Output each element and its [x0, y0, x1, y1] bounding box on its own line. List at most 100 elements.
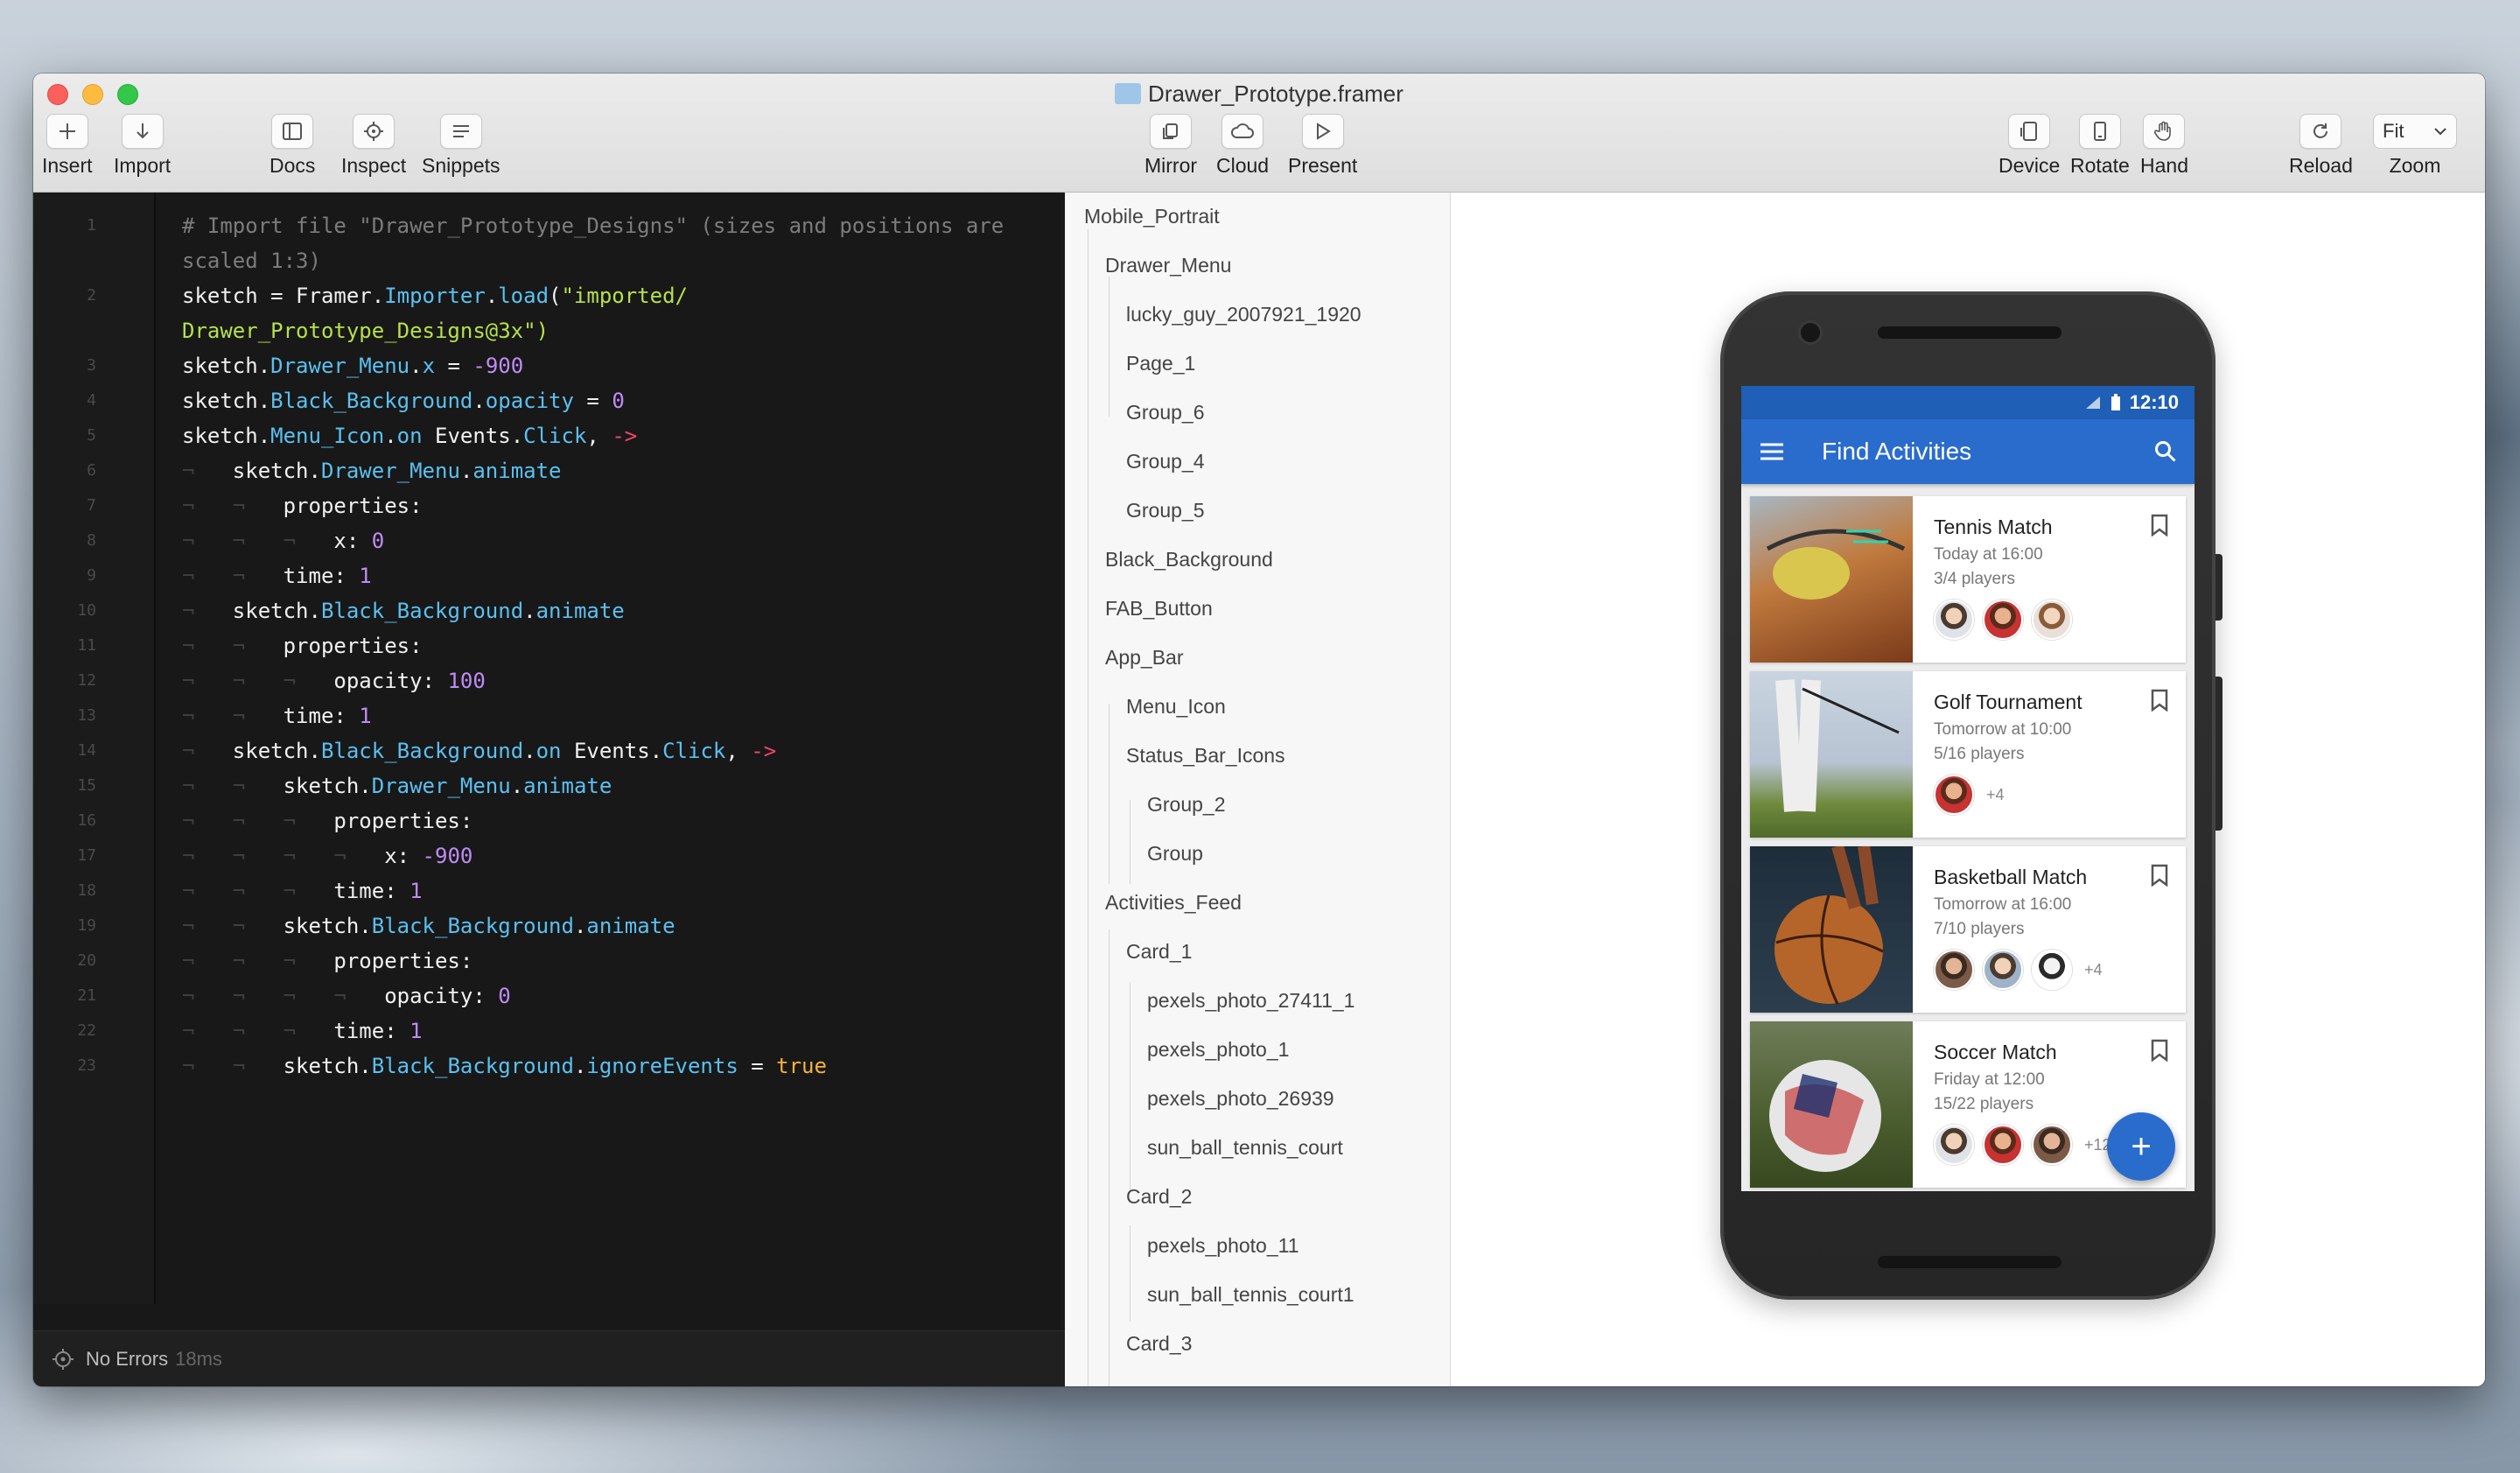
code-line[interactable]: 23 ¬ ¬ sketch.Black_Background.ignoreEven… [33, 1049, 1065, 1084]
line-number: 15 [77, 776, 96, 795]
layer-item[interactable]: Black_Background [1105, 548, 1273, 572]
layer-item[interactable]: Page_1 [1126, 352, 1195, 375]
line-number: 18 [77, 881, 96, 900]
layer-item[interactable]: Group_2 [1147, 793, 1226, 817]
code-lines[interactable]: 1 # Import file "Drawer_Prototype_Designs… [33, 208, 1065, 1084]
code-line[interactable]: 17 ¬ ¬ ¬ ¬ x: -900 [33, 838, 1065, 873]
bookmark-icon[interactable] [2151, 1039, 2168, 1062]
activity-card[interactable]: Basketball Match Tomorrow at 16:00 7/10 … [1750, 845, 2186, 1013]
code-line[interactable]: 12 ¬ ¬ ¬ opacity: 100 [33, 663, 1065, 698]
add-activity-fab[interactable]: + [2107, 1112, 2175, 1181]
insert-label: Insert [42, 154, 93, 177]
snippets-button[interactable]: Snippets [422, 114, 500, 178]
layer-item[interactable]: Group_4 [1126, 450, 1205, 473]
layer-item[interactable]: Card_3 [1126, 1332, 1192, 1356]
line-number: 21 [77, 986, 96, 1005]
layer-item[interactable]: Mobile_Portrait [1084, 205, 1220, 228]
layer-item[interactable]: App_Bar [1105, 646, 1184, 670]
code-line[interactable]: 6 ¬ sketch.Drawer_Menu.animate [33, 453, 1065, 488]
inspect-button[interactable]: Inspect [341, 114, 406, 178]
layer-item[interactable]: Status_Bar_Icons [1126, 744, 1285, 768]
activity-card[interactable]: Golf Tournament Tomorrow at 10:00 5/16 p… [1750, 671, 2186, 838]
layer-item[interactable]: pexels_photo_26939 [1147, 1087, 1334, 1111]
code-line[interactable]: 2 sketch = Framer.Importer.load("imported… [33, 278, 1065, 313]
layer-item[interactable]: Drawer_Menu [1105, 254, 1231, 277]
layer-item[interactable]: Group [1147, 842, 1203, 866]
cloud-label: Cloud [1216, 154, 1270, 177]
avatar [1934, 600, 1974, 640]
battery-icon [2110, 394, 2120, 410]
avatar [2032, 600, 2072, 640]
code-line[interactable]: 13 ¬ ¬ time: 1 [33, 698, 1065, 733]
code-line[interactable]: 1 # Import file "Drawer_Prototype_Designs… [33, 208, 1065, 243]
present-button[interactable]: Present [1288, 114, 1357, 178]
code-line[interactable]: 20 ¬ ¬ ¬ properties: [33, 943, 1065, 978]
code-line[interactable]: 22 ¬ ¬ ¬ time: 1 [33, 1014, 1065, 1049]
code-line[interactable]: 4 sketch.Black_Background.opacity = 0 [33, 383, 1065, 418]
code-line[interactable]: 5 sketch.Menu_Icon.on Events.Click, -> [33, 418, 1065, 453]
code-line[interactable]: scaled 1:3) [33, 243, 1065, 278]
phone-side-button [2216, 554, 2222, 621]
zoom-select[interactable]: Fit [2373, 114, 2457, 149]
code-line[interactable]: 15 ¬ ¬ sketch.Drawer_Menu.animate [33, 768, 1065, 803]
code-line[interactable]: 3 sketch.Drawer_Menu.x = -900 [33, 348, 1065, 383]
code-line[interactable]: 7 ¬ ¬ properties: [33, 488, 1065, 523]
device-preview[interactable]: 12:10 Find Activities Tennis Match Today… [1451, 193, 2485, 1386]
docs-button[interactable]: Docs [270, 114, 315, 178]
mirror-button[interactable]: Mirror [1144, 114, 1197, 178]
card-title: Basketball Match [1934, 866, 2088, 888]
line-number: 5 [87, 426, 96, 445]
bookmark-icon[interactable] [2151, 689, 2168, 712]
activity-card[interactable]: Tennis Match Today at 16:00 3/4 players [1750, 496, 2186, 663]
layer-item[interactable]: sun_ball_tennis_court [1147, 1136, 1343, 1160]
code-line[interactable]: 10 ¬ sketch.Black_Background.animate [33, 593, 1065, 628]
phone-screen[interactable]: 12:10 Find Activities Tennis Match Today… [1741, 386, 2194, 1191]
cloud-button[interactable]: Cloud [1216, 114, 1269, 178]
device-button[interactable]: Device [1998, 114, 2060, 178]
avatar [1983, 1125, 2023, 1165]
layer-item[interactable]: Menu_Icon [1126, 695, 1226, 719]
plus-icon: + [2131, 1126, 2152, 1166]
code-line[interactable]: 8 ¬ ¬ ¬ x: 0 [33, 523, 1065, 558]
code-line[interactable]: 18 ¬ ¬ ¬ time: 1 [33, 873, 1065, 908]
bookmark-icon[interactable] [2151, 864, 2168, 887]
phone-mockup: 12:10 Find Activities Tennis Match Today… [1720, 291, 2222, 1300]
rotate-button[interactable]: Rotate [2070, 114, 2130, 178]
layer-item[interactable]: Card_1 [1126, 940, 1192, 964]
layer-item[interactable]: sun_ball_tennis_court1 [1147, 1283, 1354, 1307]
layers-panel[interactable]: Mobile_Portrait Drawer_Menu lucky_guy_20… [1065, 193, 1451, 1386]
reload-button[interactable]: Reload [2289, 114, 2353, 178]
code-line[interactable]: 9 ¬ ¬ time: 1 [33, 558, 1065, 593]
insert-button[interactable]: Insert [42, 114, 93, 178]
code-editor[interactable]: 1 # Import file "Drawer_Prototype_Designs… [33, 193, 1065, 1386]
layer-item[interactable]: pexels_photo_1 [1147, 1038, 1289, 1062]
zoom-control[interactable]: Fit Zoom [2373, 114, 2457, 178]
layer-item[interactable]: Group_5 [1126, 499, 1205, 523]
layer-item[interactable]: pexels_photo_27411_1 [1147, 989, 1354, 1013]
layer-item[interactable]: Card_2 [1126, 1185, 1192, 1209]
import-button[interactable]: Import [114, 114, 171, 178]
avatar [2032, 950, 2072, 990]
card-players: 7/10 players [1934, 920, 2025, 938]
code-line[interactable]: 16 ¬ ¬ ¬ properties: [33, 803, 1065, 838]
layer-item[interactable]: FAB_Button [1105, 597, 1213, 621]
line-number: 12 [77, 671, 96, 690]
code-line[interactable]: 11 ¬ ¬ properties: [33, 628, 1065, 663]
code-line[interactable]: Drawer_Prototype_Designs@3x") [33, 313, 1065, 348]
menu-icon[interactable] [1759, 442, 1785, 461]
soccer-ball-icon [1769, 1060, 1881, 1172]
code-line[interactable]: 14 ¬ sketch.Black_Background.on Events.Cl… [33, 733, 1065, 768]
code-line[interactable]: 19 ¬ ¬ sketch.Black_Background.animate [33, 908, 1065, 943]
layer-item[interactable]: pexels_photo_11 [1147, 1234, 1299, 1258]
bookmark-icon[interactable] [2151, 514, 2168, 537]
player-avatars: +4 [1934, 950, 2103, 990]
search-icon[interactable] [2154, 440, 2177, 463]
hand-button[interactable]: Hand [2140, 114, 2188, 178]
reload-label: Reload [2289, 154, 2353, 177]
code-line-wrap: Drawer_Prototype_Designs@3x") [182, 319, 550, 343]
layer-item[interactable]: lucky_guy_2007921_1920 [1126, 303, 1362, 326]
layer-item[interactable]: Activities_Feed [1105, 891, 1242, 915]
layer-item[interactable]: Group_6 [1126, 401, 1205, 424]
code-line[interactable]: 21 ¬ ¬ ¬ ¬ opacity: 0 [33, 978, 1065, 1014]
zoom-label: Zoom [2389, 154, 2441, 177]
